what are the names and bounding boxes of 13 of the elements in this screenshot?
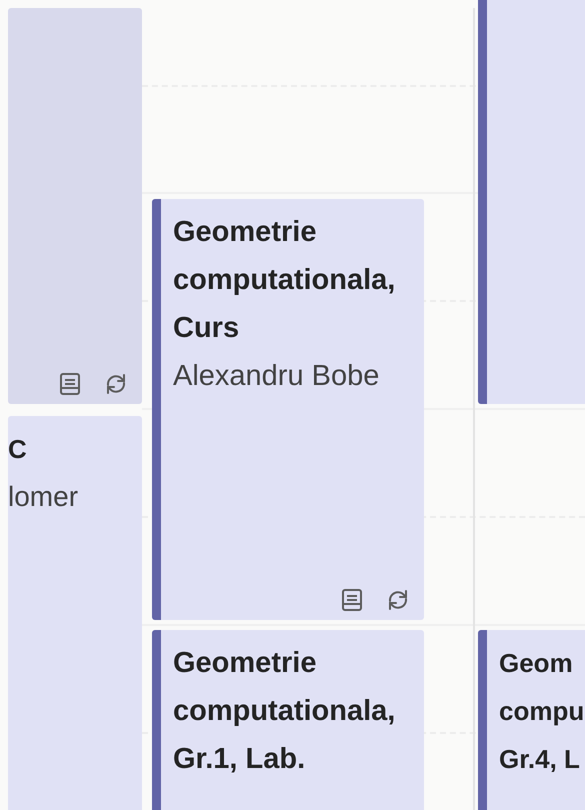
event-title: C [8, 433, 27, 466]
event-card[interactable]: Geometrie computationala, Gr.1, Lab. [152, 630, 424, 810]
event-title: Gr.4, L [499, 743, 580, 776]
event-card[interactable]: Geometrie computationala, Curs Alexandru Bobe [152, 199, 424, 620]
event-title: compu [499, 695, 584, 728]
event-organizer: Alexandru Bobe [173, 359, 380, 394]
event-organizer: lomer [8, 480, 78, 514]
event-title: Geom [499, 647, 573, 680]
event-card[interactable]: C lomer [8, 416, 142, 810]
event-title: Geometrie computationala, Gr.1, Lab. [173, 646, 396, 777]
event-card[interactable]: Geom compu Gr.4, L [478, 630, 585, 810]
event-card[interactable] [478, 0, 585, 404]
event-title: Geometrie computationala, Curs [173, 215, 396, 346]
